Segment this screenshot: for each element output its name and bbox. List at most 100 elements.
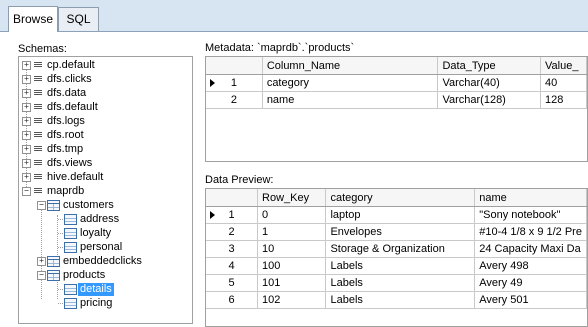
row-number: 2 [228, 226, 235, 238]
tab-browse[interactable]: Browse [8, 6, 58, 32]
database-icon [34, 174, 42, 181]
table-row[interactable]: 6 102 Labels Avery 501 [206, 291, 587, 309]
tree-item-label: dfs.tmp [47, 143, 84, 155]
cell[interactable]: 24 Capacity Maxi Da [474, 240, 587, 258]
tree-item-column[interactable]: loyalty [19, 227, 189, 240]
column-header[interactable]: name [474, 189, 587, 207]
cell[interactable]: Varchar(40) [437, 74, 542, 92]
column-header[interactable]: Value_ [540, 57, 587, 75]
expand-icon[interactable]: + [37, 257, 46, 266]
table-row[interactable]: 3 10 Storage & Organization 24 Capacity … [206, 240, 587, 258]
cell[interactable]: 101 [257, 274, 327, 292]
data-preview-label: Data Preview: [205, 174, 274, 186]
tree-item-schema[interactable]: + hive.default [19, 171, 189, 184]
tree-item-table[interactable]: − customers [19, 199, 189, 212]
column-header[interactable]: Data_Type [437, 57, 542, 75]
row-number: 5 [228, 277, 235, 289]
current-row-arrow-icon [210, 79, 215, 87]
expand-icon[interactable]: + [22, 145, 31, 154]
cell[interactable]: 0 [257, 206, 327, 224]
tab-sql[interactable]: SQL [58, 7, 99, 31]
cell[interactable]: Avery 498 [474, 257, 587, 275]
database-icon [34, 118, 42, 125]
table-row[interactable]: 2 1 Envelopes #10-4 1/8 x 9 1/2 Pre [206, 223, 587, 241]
expand-icon[interactable]: + [22, 173, 31, 182]
table-row[interactable]: 4 100 Labels Avery 498 [206, 257, 587, 275]
cell[interactable]: 102 [257, 291, 327, 309]
tree-item-column[interactable]: personal [19, 241, 189, 254]
cell[interactable]: Storage & Organization [325, 240, 476, 258]
table-row[interactable]: 5 101 Labels Avery 49 [206, 274, 587, 292]
data-preview-grid[interactable]: Row_Key category name 1 0 laptop "Sony n… [205, 188, 588, 327]
cell[interactable]: Avery 49 [474, 274, 587, 292]
row-header[interactable]: 4 [206, 257, 259, 275]
tree-item-table[interactable]: − products [19, 269, 189, 282]
cell[interactable]: Labels [325, 257, 476, 275]
cell[interactable]: 40 [540, 74, 587, 92]
tree-item-schema[interactable]: + dfs.data [19, 87, 189, 100]
row-header[interactable]: 1 [206, 206, 259, 224]
row-header[interactable]: 2 [206, 223, 259, 241]
expand-icon[interactable]: + [22, 131, 31, 140]
cell[interactable]: 128 [540, 91, 587, 109]
tree-item-label: details [78, 283, 114, 296]
cell[interactable]: 100 [257, 257, 327, 275]
column-family-icon [64, 242, 77, 253]
table-row[interactable]: 2 name Varchar(128) 128 [206, 91, 587, 109]
expand-icon[interactable]: + [22, 117, 31, 126]
collapse-icon[interactable]: − [37, 271, 46, 280]
row-header[interactable]: 5 [206, 274, 259, 292]
tree-item-column[interactable]: pricing [19, 297, 189, 310]
column-header[interactable]: Row_Key [257, 189, 327, 207]
cell[interactable]: Envelopes [325, 223, 476, 241]
cell[interactable]: laptop [325, 206, 476, 224]
expand-icon[interactable]: + [22, 89, 31, 98]
row-header[interactable]: 1 [206, 74, 263, 92]
tree-item-schema[interactable]: + dfs.default [19, 101, 189, 114]
cell[interactable]: Labels [325, 291, 476, 309]
row-header[interactable]: 6 [206, 291, 259, 309]
collapse-icon[interactable]: − [37, 201, 46, 210]
cell[interactable]: "Sony notebook" [474, 206, 587, 224]
tree-item-column[interactable]: address [19, 213, 189, 226]
tree-item-column-selected[interactable]: details [19, 283, 189, 296]
schema-tree[interactable]: + cp.default + dfs.clicks + dfs.data + d… [18, 56, 193, 324]
database-icon [34, 146, 42, 153]
tree-item-label: personal [80, 241, 123, 253]
table-row[interactable]: 1 0 laptop "Sony notebook" [206, 206, 587, 224]
schemas-label: Schemas: [18, 43, 67, 55]
cell[interactable]: Avery 501 [474, 291, 587, 309]
metadata-grid[interactable]: Column_Name Data_Type Value_ 1 category … [205, 56, 588, 162]
expand-icon[interactable]: + [22, 61, 31, 70]
expand-icon[interactable]: + [22, 159, 31, 168]
tree-item-schema[interactable]: + dfs.root [19, 129, 189, 142]
tree-item-schema[interactable]: + dfs.tmp [19, 143, 189, 156]
column-header[interactable]: category [325, 189, 476, 207]
tree-item-label: pricing [80, 297, 113, 309]
cell[interactable]: Labels [325, 274, 476, 292]
database-icon [34, 160, 42, 167]
expand-icon[interactable]: + [22, 75, 31, 84]
cell[interactable]: Varchar(128) [437, 91, 542, 109]
cell[interactable]: name [262, 91, 439, 109]
row-number: 4 [228, 260, 235, 272]
column-family-icon [64, 298, 77, 309]
cell[interactable]: #10-4 1/8 x 9 1/2 Pre [474, 223, 587, 241]
tree-item-schema[interactable]: + cp.default [19, 59, 189, 72]
tree-item-schema[interactable]: + dfs.clicks [19, 73, 189, 86]
table-row[interactable]: 1 category Varchar(40) 40 [206, 74, 587, 92]
cell[interactable]: 10 [257, 240, 327, 258]
tree-item-schema[interactable]: + dfs.logs [19, 115, 189, 128]
tree-item-label: dfs.logs [47, 115, 85, 127]
row-header[interactable]: 3 [206, 240, 259, 258]
row-header[interactable]: 2 [206, 91, 263, 109]
collapse-icon[interactable]: − [22, 187, 31, 196]
cell[interactable]: category [262, 74, 439, 92]
cell[interactable]: 1 [257, 223, 327, 241]
expand-icon[interactable]: + [22, 103, 31, 112]
tree-item-table[interactable]: + embeddedclicks [19, 255, 189, 268]
column-header[interactable]: Column_Name [262, 57, 439, 75]
tree-item-schema[interactable]: + dfs.views [19, 157, 189, 170]
tree-item-schema-maprdb[interactable]: − maprdb [19, 185, 189, 198]
grid-corner-header [206, 57, 263, 75]
